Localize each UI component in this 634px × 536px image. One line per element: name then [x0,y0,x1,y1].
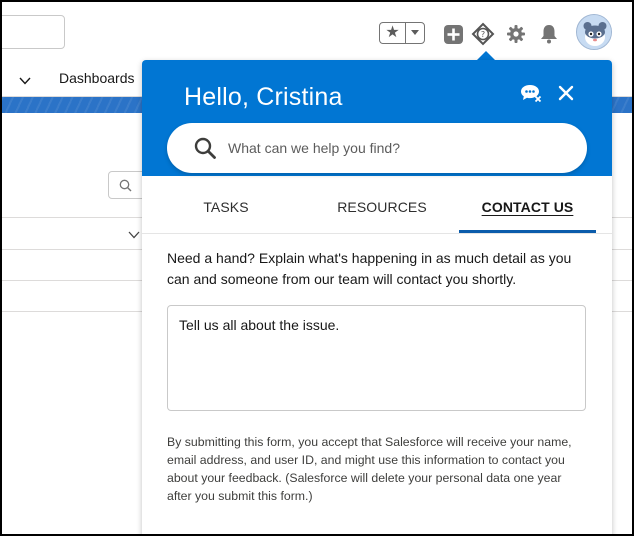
global-search-input[interactable] [2,15,65,49]
star-icon[interactable]: ★ [380,23,406,43]
help-panel-header: Hello, Cristina [142,60,612,176]
gear-icon[interactable] [506,24,526,44]
active-tab-indicator [459,230,596,233]
tab-contact-us[interactable]: CONTACT US [459,199,596,231]
contact-intro-text: Need a hand? Explain what's happening in… [167,250,572,287]
favorites-button-group[interactable]: ★ [379,22,425,44]
avatar[interactable] [576,14,612,50]
close-icon[interactable] [555,82,577,104]
search-icon [194,137,216,159]
nav-item-dashboards[interactable]: Dashboards [59,70,135,86]
app-window: ★ ? Dashboards Hello, Cristina What can … [0,0,634,536]
chevron-down-icon[interactable] [406,23,424,43]
help-search-input[interactable] [228,140,548,156]
add-icon[interactable] [443,24,463,44]
bell-icon[interactable] [539,24,559,44]
help-icon[interactable]: ? [471,22,495,46]
svg-text:?: ? [481,30,485,39]
help-tabs: TASKS RESOURCES CONTACT US [142,199,612,231]
chevron-down-icon[interactable] [19,72,31,90]
issue-description-field[interactable] [167,305,586,411]
divider [142,233,612,234]
tab-resources[interactable]: RESOURCES [327,199,437,231]
chat-feedback-icon[interactable] [519,82,543,104]
search-icon [119,179,132,197]
help-panel: Hello, Cristina TAS [142,60,612,534]
greeting: Hello, Cristina [184,83,343,111]
privacy-disclaimer: By submitting this form, you accept that… [167,435,572,503]
tab-tasks[interactable]: TASKS [182,199,270,231]
help-search-field[interactable] [167,123,587,173]
chevron-down-icon[interactable] [128,226,140,244]
